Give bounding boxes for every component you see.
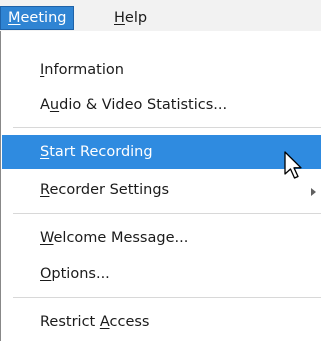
menu-item-information-label: Information bbox=[40, 62, 124, 78]
menu-item-start-recording-label: Start Recording bbox=[40, 144, 153, 160]
mouse-pointer-icon bbox=[284, 151, 302, 179]
meeting-menu: Information Audio & Video Statistics... … bbox=[0, 31, 321, 341]
menubar-help-label: Help bbox=[114, 10, 148, 26]
menu-item-welcome-message[interactable]: Welcome Message... bbox=[2, 221, 321, 255]
menu-item-audio-video-statistics[interactable]: Audio & Video Statistics... bbox=[2, 88, 321, 122]
menubar-help[interactable]: Help bbox=[107, 6, 154, 30]
menu-item-welcome-message-label: Welcome Message... bbox=[40, 230, 189, 246]
menu-item-options-label: Options... bbox=[40, 266, 110, 282]
menu-item-recorder-settings-label: Recorder Settings bbox=[40, 182, 170, 198]
menu-separator bbox=[13, 213, 321, 214]
menu-item-options[interactable]: Options... bbox=[2, 257, 321, 291]
menu-item-restrict-access[interactable]: Restrict Access bbox=[2, 305, 321, 339]
menu-bar: Meeting Help bbox=[0, 0, 321, 32]
menu-item-information[interactable]: Information bbox=[2, 53, 321, 87]
menubar-meeting-label: Meeting bbox=[8, 10, 67, 26]
menu-separator bbox=[13, 297, 321, 298]
menu-item-recorder-settings[interactable]: Recorder Settings bbox=[2, 173, 321, 207]
menu-item-audio-video-statistics-label: Audio & Video Statistics... bbox=[40, 97, 228, 113]
chevron-right-icon bbox=[311, 188, 316, 196]
menu-item-restrict-access-label: Restrict Access bbox=[40, 314, 150, 330]
menubar-meeting[interactable]: Meeting bbox=[0, 6, 75, 30]
menu-item-start-recording[interactable]: Start Recording bbox=[2, 135, 321, 169]
menu-separator bbox=[13, 127, 321, 128]
